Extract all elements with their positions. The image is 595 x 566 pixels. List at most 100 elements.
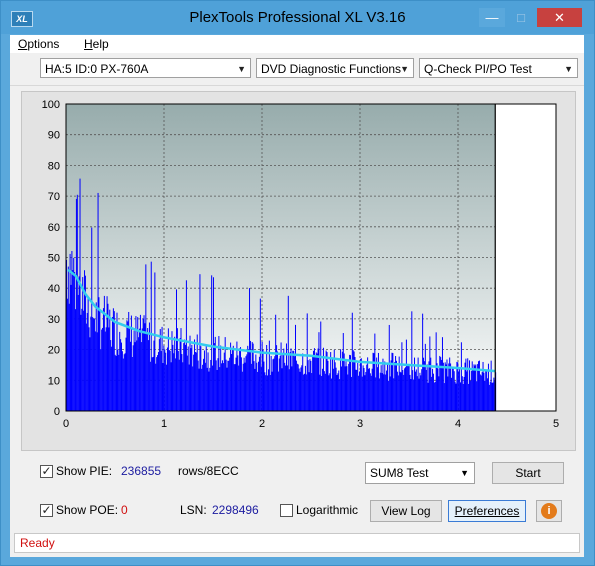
pie-bar bbox=[164, 349, 166, 411]
x-tick-label: 5 bbox=[553, 418, 559, 430]
pie-bar bbox=[242, 363, 244, 411]
pie-bar bbox=[185, 344, 187, 411]
pie-bar bbox=[472, 368, 474, 411]
pie-bar bbox=[222, 363, 224, 411]
pie-bar bbox=[189, 335, 191, 411]
pie-bar bbox=[344, 366, 346, 411]
pie-bar bbox=[381, 373, 383, 411]
pie-bar bbox=[476, 381, 478, 411]
pie-bar bbox=[393, 378, 395, 411]
chart-panel: 0 10 20 30 40 50 60 70 80 90 100 0 1 2 3 4 5 bbox=[21, 91, 576, 451]
pie-bar bbox=[221, 363, 223, 411]
show-pie-checkbox[interactable]: ✓ bbox=[40, 465, 53, 478]
pie-bar bbox=[386, 370, 388, 411]
pie-bar bbox=[389, 376, 391, 411]
pie-bar bbox=[207, 352, 209, 411]
pie-bar bbox=[198, 368, 200, 411]
view-log-button[interactable]: View Log bbox=[370, 500, 442, 522]
pie-bar bbox=[306, 313, 308, 411]
pie-bar bbox=[153, 340, 155, 411]
pie-bar bbox=[91, 227, 93, 411]
pie-bar bbox=[362, 365, 364, 411]
pie-bar bbox=[223, 352, 225, 411]
pie-bar bbox=[243, 357, 245, 411]
info-button[interactable]: i bbox=[536, 500, 562, 522]
pie-bar bbox=[461, 376, 463, 411]
test-select[interactable]: Q-Check PI/PO Test ▼ bbox=[419, 58, 578, 78]
pie-bar bbox=[474, 365, 476, 411]
pie-bar bbox=[260, 366, 262, 411]
pie-bar bbox=[320, 321, 322, 411]
pie-bar bbox=[275, 314, 277, 411]
pie-bar bbox=[249, 288, 251, 411]
pie-bar bbox=[201, 368, 203, 411]
close-button[interactable]: ✕ bbox=[537, 8, 582, 27]
pie-bar bbox=[276, 345, 278, 411]
pie-bar bbox=[111, 346, 113, 411]
pie-bar bbox=[326, 352, 328, 411]
pie-bar bbox=[435, 332, 437, 411]
title-bar[interactable]: XL PlexTools Professional XL V3.16 — □ ✕ bbox=[1, 1, 594, 34]
pie-bar bbox=[115, 355, 117, 411]
pie-bar bbox=[104, 331, 106, 411]
menu-options[interactable]: Options bbox=[18, 37, 59, 51]
pie-bar bbox=[483, 372, 485, 411]
pie-bar bbox=[386, 363, 388, 411]
pie-bar bbox=[109, 309, 111, 411]
pie-bar bbox=[166, 347, 168, 411]
pie-bar bbox=[310, 360, 312, 411]
pie-bar bbox=[210, 359, 212, 411]
pie-bar bbox=[113, 311, 115, 411]
maximize-button[interactable]: □ bbox=[508, 8, 534, 27]
drive-select[interactable]: HA:5 ID:0 PX-760A ▼ bbox=[40, 58, 251, 78]
pie-bar bbox=[161, 326, 163, 411]
test-select-value: Q-Check PI/PO Test bbox=[424, 62, 532, 76]
pie-bar bbox=[208, 371, 210, 411]
pie-bar bbox=[236, 341, 238, 411]
pie-bar bbox=[458, 371, 460, 411]
pie-bar bbox=[121, 351, 123, 411]
minimize-button[interactable]: — bbox=[479, 8, 505, 27]
pie-bar bbox=[323, 371, 325, 411]
pie-bar bbox=[179, 338, 181, 411]
pie-bar bbox=[232, 345, 234, 411]
pie-bar bbox=[455, 383, 457, 411]
logarithmic-checkbox[interactable] bbox=[280, 504, 293, 517]
pie-bar bbox=[451, 367, 453, 411]
chevron-down-icon: ▼ bbox=[237, 64, 246, 74]
pie-bar bbox=[75, 198, 77, 411]
info-icon: i bbox=[541, 503, 557, 519]
pie-bar bbox=[437, 368, 439, 411]
pie-bar bbox=[273, 358, 275, 411]
pie-bar bbox=[226, 367, 228, 411]
pie-bar bbox=[453, 371, 455, 411]
test-mode-select[interactable]: SUM8 Test ▼ bbox=[365, 462, 475, 484]
show-poe-checkbox[interactable]: ✓ bbox=[40, 504, 53, 517]
preferences-button[interactable]: Preferences bbox=[448, 500, 526, 522]
pie-bar bbox=[90, 316, 92, 411]
pie-bar bbox=[285, 365, 287, 411]
pie-unit: rows/8ECC bbox=[178, 464, 239, 478]
pie-bar bbox=[337, 373, 339, 411]
pie-bar bbox=[117, 349, 119, 411]
pie-bar bbox=[69, 253, 71, 411]
start-button[interactable]: Start bbox=[492, 462, 564, 484]
pie-bar bbox=[106, 296, 108, 411]
pie-bar bbox=[491, 382, 493, 411]
pie-bar bbox=[412, 370, 414, 411]
pie-bar bbox=[143, 315, 145, 411]
pie-bar bbox=[283, 348, 285, 411]
pie-bar bbox=[152, 356, 154, 411]
pie-bar bbox=[447, 376, 449, 411]
pie-bar bbox=[276, 351, 278, 411]
pie-bar bbox=[234, 364, 236, 411]
pie-bar bbox=[209, 367, 211, 411]
pie-bar bbox=[332, 368, 334, 411]
pie-bar bbox=[166, 364, 168, 411]
function-select[interactable]: DVD Diagnostic Functions ▼ bbox=[256, 58, 414, 78]
pie-bar bbox=[252, 343, 254, 411]
pie-bar bbox=[136, 340, 138, 411]
function-select-value: DVD Diagnostic Functions bbox=[261, 62, 402, 76]
menu-help[interactable]: Help bbox=[84, 37, 109, 51]
pie-bar bbox=[257, 371, 259, 411]
